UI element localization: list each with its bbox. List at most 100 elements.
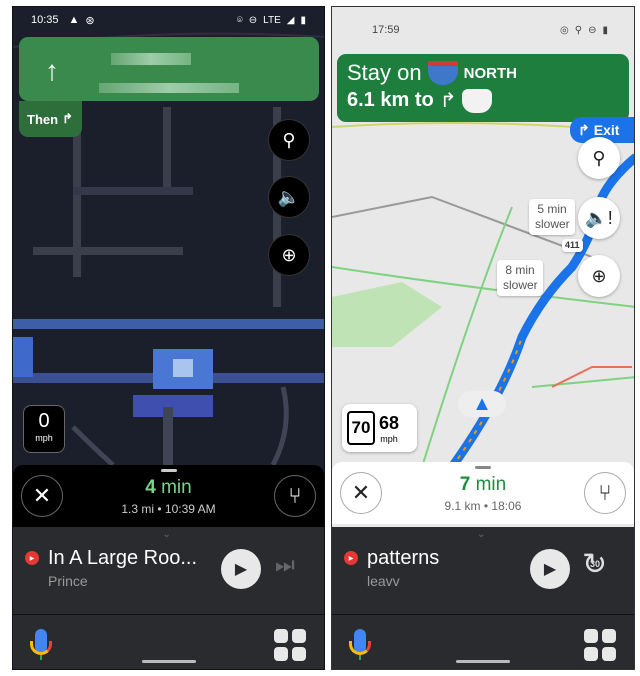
- play-icon: ▶: [543, 561, 557, 578]
- youtube-music-icon: ▶: [344, 551, 358, 565]
- speed-value: 0: [38, 410, 50, 432]
- fork-right-icon: ↱: [439, 90, 457, 112]
- dnd-icon: ⊖: [588, 24, 597, 36]
- speed-indicator: 70 68 mph: [342, 404, 417, 452]
- eta-minutes: 4: [145, 476, 156, 498]
- search-button[interactable]: ⚲: [268, 119, 310, 161]
- chevron-down-icon: ⌄: [162, 529, 171, 540]
- eta-unit: min: [161, 476, 192, 498]
- redacted-street-detail: [99, 83, 239, 93]
- eta-unit: min: [475, 473, 507, 495]
- then-label: Then: [27, 111, 59, 127]
- add-comment-icon: ⊕: [591, 265, 607, 286]
- direction-label: NORTH: [463, 64, 517, 82]
- search-button[interactable]: ⚲: [578, 137, 620, 179]
- alternate-route-bubble[interactable]: 8 min slower: [497, 260, 543, 296]
- alternate-routes-button[interactable]: ⑂: [273, 475, 316, 517]
- eta-panel[interactable]: ✕ 7 min 9.1 km • 18:06 ⑂: [332, 462, 634, 524]
- chevron-down-icon: ⌄: [477, 529, 486, 540]
- eta-distance: 1.3 mi: [121, 501, 155, 516]
- dnd-icon: ⊖: [248, 14, 258, 26]
- fork-route-icon: ⑂: [288, 483, 302, 508]
- maneuver-distance: 6.1 km to: [347, 89, 434, 111]
- drag-handle[interactable]: [475, 466, 491, 469]
- home-indicator[interactable]: [456, 660, 510, 663]
- route-number: 411: [565, 240, 580, 250]
- bottom-nav-bar: [13, 615, 324, 669]
- exit-navigation-button[interactable]: ✕: [21, 475, 63, 517]
- speaker-icon: 🔈: [277, 186, 301, 207]
- location-icon: ⌾: [236, 14, 243, 26]
- instruction-text: Stay on: [347, 60, 422, 85]
- app-launcher-button[interactable]: [274, 629, 306, 661]
- track-title: patterns: [367, 547, 440, 569]
- alternate-routes-button[interactable]: ⑂: [583, 472, 626, 514]
- close-icon: ✕: [351, 480, 371, 505]
- maneuver-banner[interactable]: Stay on NORTH 6.1 km to ↱: [337, 54, 629, 122]
- microphone-icon-stem: [359, 655, 361, 660]
- turn-right-icon: ↱: [62, 111, 73, 126]
- media-card[interactable]: ⌄ ▶ In A Large Roo... Prince ▶ ⏭: [13, 527, 324, 615]
- battery-icon: ▮: [300, 14, 306, 26]
- speedometer: 0 mph: [23, 405, 65, 453]
- search-icon: ⚲: [592, 147, 606, 168]
- skip-next-button[interactable]: ⏭: [275, 552, 295, 578]
- exit-label: Exit: [593, 122, 620, 138]
- track-artist: leavv: [367, 573, 400, 589]
- bottom-nav-bar: [332, 615, 634, 669]
- voice-alert-button[interactable]: 🔈!: [578, 197, 620, 239]
- microphone-icon-base: [30, 641, 52, 655]
- eta-panel[interactable]: ✕ 4 min 1.3 mi • 10:39 AM ⑂: [13, 465, 324, 527]
- status-time: 10:35: [31, 14, 59, 26]
- sync-icon: ◎: [560, 24, 569, 36]
- speed-limit-sign: 70: [347, 411, 375, 445]
- redacted-street-name: [111, 53, 191, 65]
- interstate-shield-icon: [427, 61, 458, 85]
- navigation-arrow-icon: ▲: [68, 14, 80, 26]
- play-icon: ▶: [234, 561, 248, 578]
- steering-wheel-icon: ⊛: [85, 14, 95, 27]
- status-time: 17:59: [372, 24, 400, 36]
- alternate-route-label: 5 min slower: [535, 202, 570, 231]
- then-turn-indicator: Then ↱: [19, 101, 82, 137]
- drag-handle[interactable]: [160, 469, 177, 472]
- report-button[interactable]: ⊕: [578, 255, 620, 297]
- eta-arrival: 18:06: [491, 498, 522, 513]
- signal-icon: ◢: [286, 14, 295, 26]
- fork-route-icon: ⑂: [598, 480, 612, 505]
- alternate-route-bubble[interactable]: 5 min slower: [529, 199, 575, 235]
- add-comment-icon: ⊕: [281, 244, 297, 265]
- volume-button[interactable]: 🔈: [268, 176, 310, 218]
- skip-forward-button[interactable]: ↻ 30: [582, 547, 607, 582]
- youtube-music-icon: ▶: [25, 551, 39, 565]
- status-bar: 17:59 ◎ ⚲ ⊖ ▮: [332, 17, 634, 43]
- play-button[interactable]: ▶: [221, 549, 261, 589]
- media-card[interactable]: ⌄ ▶ patterns leavv ▶ ↻ 30: [332, 527, 634, 615]
- network-label: LTE: [263, 14, 281, 26]
- current-location-arrow-icon: ▲: [458, 391, 506, 417]
- battery-icon: ▮: [602, 24, 608, 36]
- close-icon: ✕: [32, 483, 52, 508]
- android-auto-dark-screen: 10:35 ▲ ⊛ ⌾ ⊖ LTE ◢ ▮ ↑ Then ↱ ⚲ 🔈 ⊕ 0 m…: [12, 6, 325, 670]
- app-launcher-button[interactable]: [584, 629, 616, 661]
- straight-arrow-icon: ↑: [45, 55, 59, 86]
- eta-arrival: 10:39 AM: [164, 501, 216, 516]
- track-artist: Prince: [48, 573, 88, 589]
- android-auto-light-screen: 17:59 ◎ ⚲ ⊖ ▮ Stay on NORTH 6.1 km to ↱ …: [331, 6, 635, 670]
- speaker-alert-icon: 🔈!: [585, 207, 613, 228]
- eta-distance: 9.1 km: [444, 498, 481, 513]
- skip-seconds-label: 30: [590, 559, 601, 569]
- play-button[interactable]: ▶: [530, 549, 570, 589]
- current-speed: 68: [379, 412, 400, 433]
- track-title: In A Large Roo...: [48, 547, 197, 569]
- home-indicator[interactable]: [141, 660, 196, 663]
- route-shield-label: 411: [562, 239, 583, 253]
- microphone-icon-stem: [40, 655, 42, 660]
- location-icon: ⚲: [574, 24, 583, 36]
- exit-arrow-icon: ↱: [578, 121, 590, 138]
- exit-navigation-button[interactable]: ✕: [340, 472, 382, 514]
- status-bar: 10:35 ▲ ⊛ ⌾ ⊖ LTE ◢ ▮: [13, 7, 324, 33]
- report-button[interactable]: ⊕: [268, 234, 310, 276]
- eta-minutes: 7: [459, 473, 471, 495]
- maneuver-banner[interactable]: ↑: [19, 37, 319, 101]
